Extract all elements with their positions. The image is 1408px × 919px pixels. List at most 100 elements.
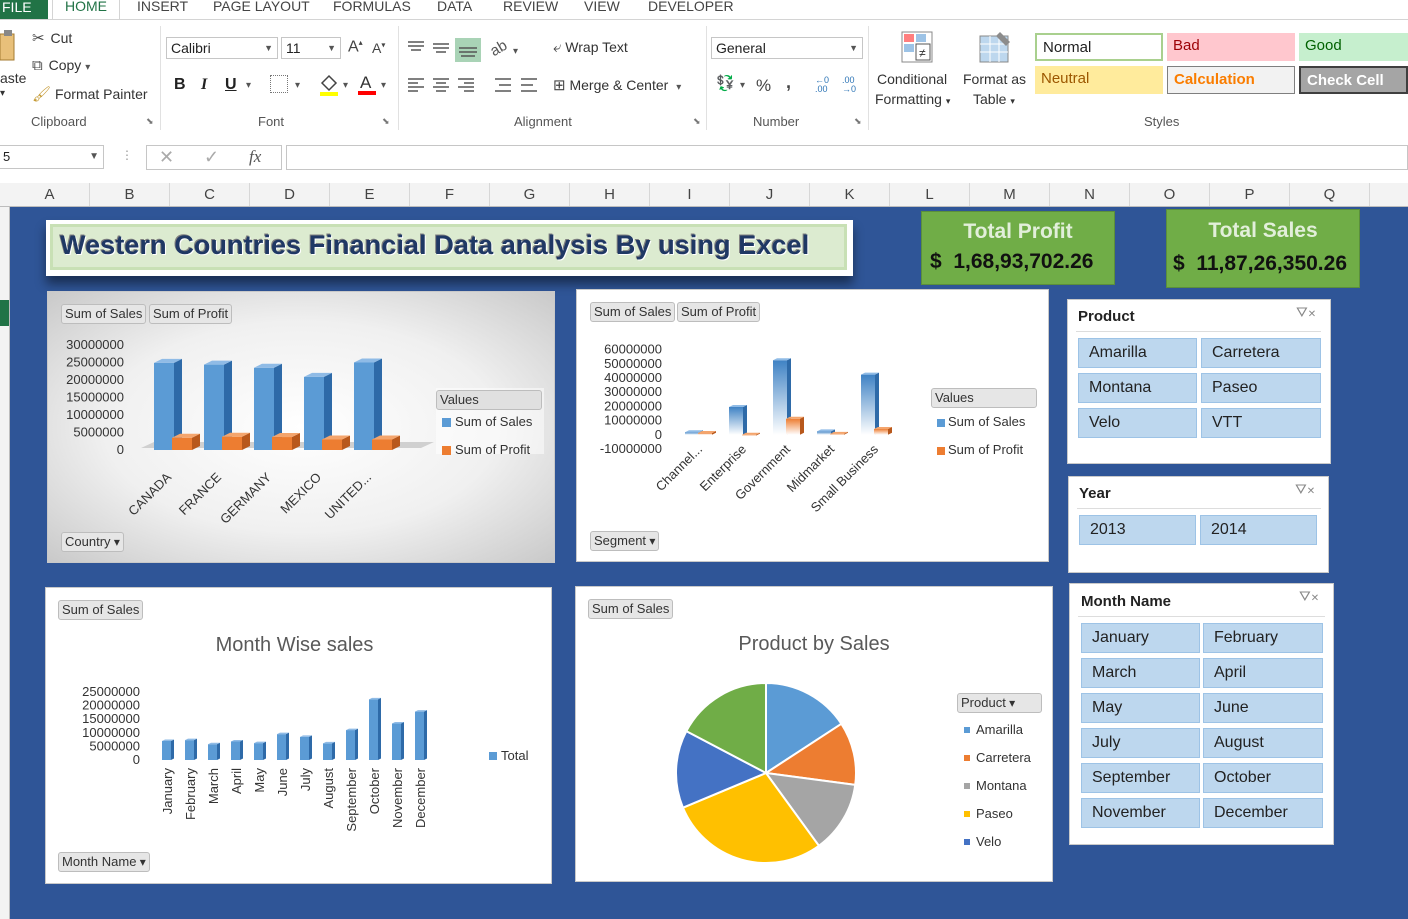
slicer-item-paseo[interactable]: Paseo — [1201, 373, 1321, 403]
column-header-n[interactable]: N — [1050, 183, 1130, 206]
tab-file[interactable]: FILE — [0, 0, 48, 19]
slicer-item-february[interactable]: February — [1203, 623, 1323, 653]
column-header-l[interactable]: L — [890, 183, 970, 206]
column-header-m[interactable]: M — [970, 183, 1050, 206]
copy-button[interactable]: ⧉ Copy ▾ — [32, 57, 90, 74]
column-header-k[interactable]: K — [810, 183, 890, 206]
slicer-item-montana[interactable]: Montana — [1078, 373, 1197, 403]
conditional-formatting-button[interactable]: ≠ Conditional Formatting ▾ — [874, 30, 960, 112]
slicer-item-2013[interactable]: 2013 — [1079, 515, 1196, 545]
style-check-cell[interactable]: Check Cell — [1299, 66, 1408, 94]
borders-icon[interactable] — [270, 75, 288, 93]
slicer-item-may[interactable]: May — [1081, 693, 1200, 723]
month-filter-button[interactable]: Month Name — [58, 852, 150, 872]
column-header-o[interactable]: O — [1130, 183, 1210, 206]
style-calculation[interactable]: Calculation — [1167, 66, 1295, 94]
column-header-c[interactable]: C — [170, 183, 250, 206]
product-chart-panel[interactable]: Sum of Sales Product by Sales Product Am… — [575, 586, 1053, 882]
slicer-item-july[interactable]: July — [1081, 728, 1200, 758]
insert-function-icon[interactable]: fx — [249, 147, 261, 167]
slicer-item-november[interactable]: November — [1081, 798, 1200, 828]
number-launcher-icon[interactable]: ⬊ — [854, 116, 862, 127]
underline-button[interactable]: U — [225, 76, 237, 94]
segment-filter-button[interactable]: Segment — [590, 531, 660, 551]
clipboard-launcher-icon[interactable]: ⬊ — [146, 116, 154, 127]
merge-center-button[interactable]: ⊞ Merge & Center ▾ — [553, 76, 681, 94]
slicer-item-august[interactable]: August — [1203, 728, 1323, 758]
shrink-font-button[interactable]: A▾ — [372, 40, 385, 56]
tab-formulas[interactable]: FORMULAS — [333, 0, 411, 14]
clear-filter-icon[interactable]: ⛛✕ — [1295, 481, 1315, 498]
paste-button[interactable] — [0, 30, 22, 72]
underline-dropdown-arrow[interactable]: ▾ — [246, 80, 251, 91]
font-color-dropdown-arrow[interactable]: ▾ — [381, 80, 386, 91]
slicer-item-december[interactable]: December — [1203, 798, 1323, 828]
slicer-item-vtt[interactable]: VTT — [1201, 408, 1321, 438]
slicer-item-october[interactable]: October — [1203, 763, 1323, 793]
legend-values-chip[interactable]: Values — [931, 388, 1037, 408]
clear-filter-icon[interactable]: ⛛✕ — [1296, 304, 1316, 321]
borders-dropdown-arrow[interactable]: ▾ — [295, 80, 300, 91]
font-name-select[interactable]: Calibri ▼ — [166, 37, 278, 59]
format-as-table-button[interactable]: Format as Table ▾ — [960, 30, 1032, 112]
formula-input[interactable] — [286, 145, 1408, 170]
paste-dropdown-arrow[interactable]: ▾ — [0, 88, 5, 99]
country-chart-panel[interactable]: Sum of Sales Sum of Profit 30000000 25000… — [47, 291, 555, 563]
style-bad[interactable]: Bad — [1167, 33, 1295, 61]
column-header-f[interactable]: F — [410, 183, 490, 206]
accounting-format-icon[interactable]: 💱 — [716, 74, 735, 92]
column-header-b[interactable]: B — [90, 183, 170, 206]
column-header-q[interactable]: Q — [1290, 183, 1370, 206]
style-neutral[interactable]: Neutral — [1035, 66, 1163, 94]
column-header-e[interactable]: E — [330, 183, 410, 206]
format-painter-button[interactable]: 🖌 Format Painter — [32, 85, 148, 103]
decrease-decimal-icon[interactable]: .00 →0 — [842, 76, 856, 94]
slicer-item-velo[interactable]: Velo — [1078, 408, 1197, 438]
tab-insert[interactable]: INSERT — [137, 0, 188, 14]
horizontal-align-icons[interactable] — [405, 74, 545, 96]
accounting-dropdown-arrow[interactable]: ▾ — [740, 80, 745, 91]
font-launcher-icon[interactable]: ⬊ — [382, 116, 390, 127]
column-header-j[interactable]: J — [730, 183, 810, 206]
style-good[interactable]: Good — [1299, 33, 1408, 61]
slicer-item-september[interactable]: September — [1081, 763, 1200, 793]
tab-page-layout[interactable]: PAGE LAYOUT — [213, 0, 310, 14]
slicer-item-march[interactable]: March — [1081, 658, 1200, 688]
tab-developer[interactable]: DEVELOPER — [648, 0, 734, 14]
slicer-item-carretera[interactable]: Carretera — [1201, 338, 1321, 368]
tab-review[interactable]: REVIEW — [503, 0, 558, 14]
column-header-p[interactable]: P — [1210, 183, 1290, 206]
font-color-button[interactable]: A — [356, 72, 378, 99]
country-filter-button[interactable]: Country — [61, 532, 124, 552]
fill-color-button[interactable] — [318, 73, 340, 100]
product-filter-button[interactable]: Product — [957, 693, 1042, 713]
vertical-align-icons[interactable]: ab ▾ — [405, 36, 525, 64]
merge-dropdown-arrow[interactable]: ▾ — [676, 82, 681, 93]
alignment-launcher-icon[interactable]: ⬊ — [693, 116, 701, 127]
wrap-text-button[interactable]: ⤶ Wrap Text — [553, 39, 628, 56]
column-header-d[interactable]: D — [250, 183, 330, 206]
tab-data[interactable]: DATA — [437, 0, 472, 14]
tab-home[interactable]: HOME — [52, 0, 120, 20]
segment-chart-panel[interactable]: Sum of Sales Sum of Profit 60000000 50000… — [576, 289, 1049, 562]
increase-decimal-icon[interactable]: ←0.00 — [815, 76, 829, 94]
font-size-select[interactable]: 11 ▼ — [281, 37, 341, 59]
comma-style-button[interactable]: , — [786, 72, 791, 93]
column-header-h[interactable]: H — [570, 183, 650, 206]
number-format-select[interactable]: General ▼ — [711, 37, 863, 59]
cancel-icon[interactable]: ✕ — [159, 147, 174, 168]
column-header-i[interactable]: I — [650, 183, 730, 206]
column-header-a[interactable]: A — [10, 183, 90, 206]
tab-view[interactable]: VIEW — [584, 0, 620, 14]
clear-filter-icon[interactable]: ⛛✕ — [1299, 588, 1319, 605]
chevron-down-icon[interactable]: ▼ — [89, 146, 99, 168]
slicer-item-january[interactable]: January — [1081, 623, 1200, 653]
slicer-item-april[interactable]: April — [1203, 658, 1323, 688]
style-normal[interactable]: Normal — [1035, 33, 1163, 61]
percent-style-button[interactable]: % — [756, 76, 771, 96]
fill-color-dropdown-arrow[interactable]: ▾ — [343, 80, 348, 91]
slicer-item-june[interactable]: June — [1203, 693, 1323, 723]
name-box[interactable]: 5 ▼ — [0, 145, 104, 169]
enter-icon[interactable]: ✓ — [204, 147, 219, 168]
month-chart-panel[interactable]: Sum of Sales Month Wise sales 25000000 20… — [45, 587, 552, 884]
